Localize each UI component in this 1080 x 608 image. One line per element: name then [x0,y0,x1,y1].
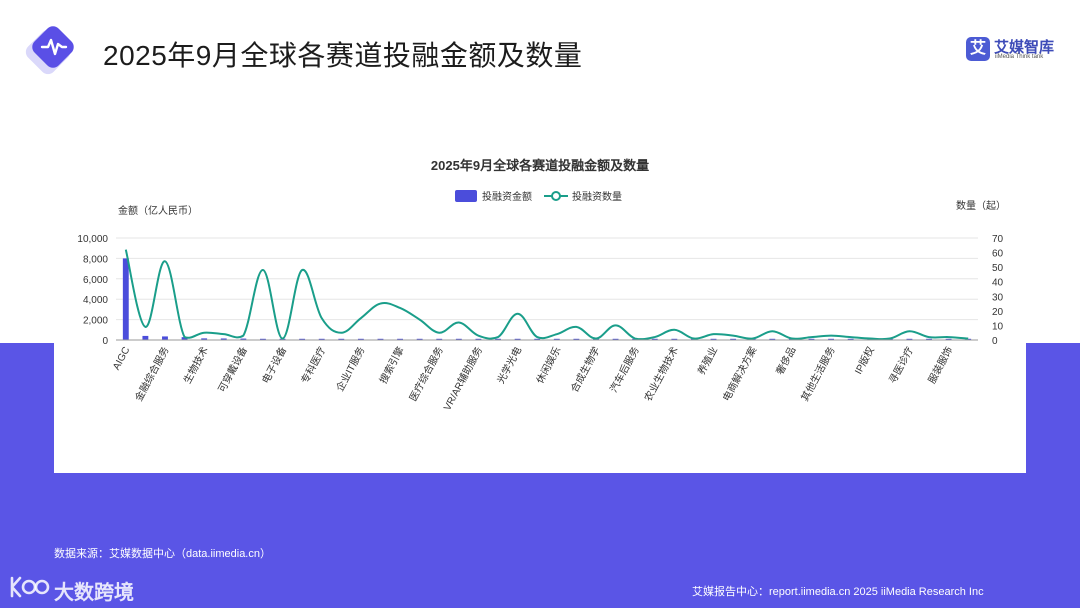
page-title: 2025年9月全球各赛道投融金额及数量 [103,40,583,71]
x-tick-label: 可穿戴设备 [215,344,250,394]
series-line [124,249,969,341]
x-tick-label: 合成生物学 [568,344,603,394]
x-tick-label: 寻医诊疗 [886,344,916,385]
x-tick-label: 休闲娱乐 [533,344,563,385]
y-right-tick-label: 50 [992,263,1004,274]
brand-logo: 艾 艾媒智库 iiMedia Think tank [966,37,1056,65]
x-tick-label: 其他生活服务 [798,344,838,403]
x-tick-label: 汽车后服务 [607,344,642,394]
footer-credit: 艾媒报告中心：report.iimedia.cn 2025 iiMedia Re… [692,586,984,598]
y-right-tick-label: 30 [992,292,1004,303]
y-left-axis-title: 金额（亿人民币） [118,204,198,217]
x-tick-label: 金融综合服务 [132,344,172,403]
watermark: 大数跨境 [8,574,148,604]
y-left-tick-label: 8,000 [83,254,108,265]
x-tick-label: 生物技术 [181,344,211,385]
brand-subtitle: iiMedia Think tank [995,54,1044,60]
bar [142,335,149,340]
y-right-tick-label: 10 [992,321,1004,332]
legend-label-line: 投融资数量 [572,190,622,203]
y-right-tick-label: 40 [992,278,1004,289]
y-left-tick-label: 4,000 [83,295,108,306]
y-right-tick-label: 70 [992,234,1004,245]
y-left-tick-label: 0 [102,336,108,347]
watermark-text: 大数跨境 [54,582,134,604]
x-tick-label: 农业生物技术 [641,344,681,403]
brand-icon: 艾 [966,37,990,61]
x-tick-label: 养殖业 [695,344,721,377]
legend-label-bar: 投融资金额 [482,190,532,203]
y-right-tick-label: 0 [992,336,998,347]
legend-swatch-bar [455,190,477,202]
x-tick-label: 搜索引擎 [376,344,406,385]
data-source: 数据来源：艾媒数据中心（data.iimedia.cn） [54,548,271,560]
y-left-tick-label: 6,000 [83,275,108,286]
x-tick-label: 奢侈品 [773,344,799,377]
bar [162,336,168,340]
chart-title: 2025年9月全球各赛道投融金额及数量 [431,158,649,173]
legend-marker-line [551,191,561,201]
x-tick-label: IP版权 [852,344,877,376]
watermark-icon [10,576,50,598]
chart-card: 2025年9月全球各赛道投融金额及数量投融资金额 投融资数量金额（亿人民币） 数量（… [54,145,1026,473]
bar [122,258,129,340]
x-tick-label: 服装服饰 [925,344,955,385]
y-left-tick-label: 10,000 [77,234,108,245]
x-tick-label: AIGC [111,345,132,372]
x-tick-label: 电子设备 [259,344,289,385]
y-right-tick-label: 60 [992,249,1004,260]
y-left-tick-label: 2,000 [83,316,108,327]
x-tick-label: VR/AR辅助服务 [440,344,485,412]
x-tick-label: 电商解决方案 [720,344,760,403]
x-tick-label: 企业IT服务 [333,344,367,393]
y-right-tick-label: 20 [992,307,1004,318]
x-tick-label: 专科医疗 [298,344,328,385]
pulse-icon [24,24,92,78]
combo-chart: 2025年9月全球各赛道投融金额及数量投融资金额 投融资数量金额（亿人民币） 数量（… [77,158,1006,413]
y-right-axis-title: 数量（起） [956,199,1006,212]
x-tick-label: 医疗综合服务 [406,344,446,403]
x-tick-label: 光学光电 [494,344,524,385]
